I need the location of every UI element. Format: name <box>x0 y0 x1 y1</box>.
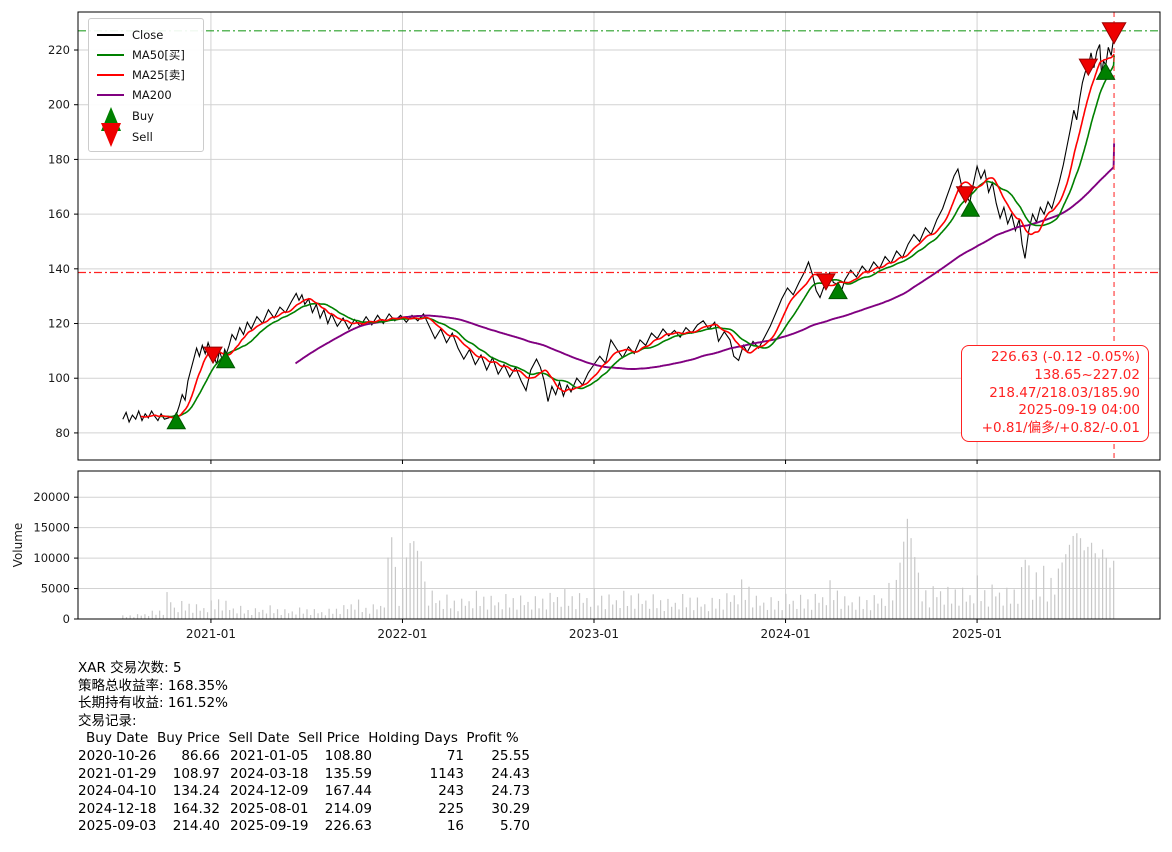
trade-cell: 5.70 <box>464 818 530 836</box>
x-tick-label: 2025-01 <box>952 627 1002 641</box>
volume-ytick-label: 0 <box>63 612 70 626</box>
trade-cell: 225 <box>372 801 464 819</box>
trade-cell: 2024-03-18 <box>230 766 316 784</box>
price-ytick-label: 160 <box>48 207 70 221</box>
annotation-range: 138.65~227.02 <box>968 367 1140 385</box>
price-ytick-label: 220 <box>48 43 70 57</box>
trade-cell: 167.44 <box>316 783 372 801</box>
trade-cell: 24.73 <box>464 783 530 801</box>
legend-label-ma50: MA50[买] <box>132 47 185 63</box>
trade-cell: 2021-01-29 <box>78 766 156 784</box>
price-ytick-label: 180 <box>48 152 70 166</box>
trade-cell: 16 <box>372 818 464 836</box>
legend-label-ma25: MA25[卖] <box>132 67 185 83</box>
trade-table: 2020-10-2686.662021-01-05108.807125.5520… <box>78 748 530 836</box>
volume-axis-label: Volume <box>11 523 25 568</box>
ma200-line-swatch <box>97 94 124 96</box>
trade-cell: 2024-04-10 <box>78 783 156 801</box>
chart-legend: Close MA50[买] MA25[卖] MA200 Buy Sell <box>88 18 204 152</box>
holding-return-line: 长期持有收益: 161.52% <box>78 695 530 713</box>
trade-cell: 2024-12-09 <box>230 783 316 801</box>
annotation-ma-values: 218.47/218.03/185.90 <box>968 385 1140 403</box>
trade-cell: 71 <box>372 748 464 766</box>
trade-cell: 2025-09-19 <box>230 818 316 836</box>
trade-cell: 134.24 <box>156 783 220 801</box>
x-tick-label: 2021-01 <box>186 627 236 641</box>
trade-cell: 243 <box>372 783 464 801</box>
trade-cell: 2020-10-26 <box>78 748 156 766</box>
strategy-return-line: 策略总收益率: 168.35% <box>78 678 530 696</box>
strategy-stats-block: XAR 交易次数: 5 策略总收益率: 168.35% 长期持有收益: 161.… <box>78 660 530 836</box>
trade-cell: 2021-01-05 <box>230 748 316 766</box>
price-ytick-label: 200 <box>48 98 70 112</box>
ma50-line-swatch <box>97 54 124 56</box>
price-ytick-label: 120 <box>48 317 70 331</box>
price-ytick-label: 100 <box>48 371 70 385</box>
price-ytick-label: 140 <box>48 262 70 276</box>
trade-cell: 2025-08-01 <box>230 801 316 819</box>
trade-cell: 164.32 <box>156 801 220 819</box>
legend-item-sell: Sell <box>97 126 203 147</box>
volume-bars <box>122 519 1114 619</box>
annotation-datetime: 2025-09-19 04:00 <box>968 402 1140 420</box>
x-tick-label: 2023-01 <box>569 627 619 641</box>
trade-cell: 1143 <box>372 766 464 784</box>
volume-ytick-label: 20000 <box>33 490 70 504</box>
trade-count-line: XAR 交易次数: 5 <box>78 660 530 678</box>
trade-cell: 135.59 <box>316 766 372 784</box>
volume-ytick-label: 10000 <box>33 551 70 565</box>
legend-item-ma200: MA200 <box>97 85 203 105</box>
trade-row: 2025-09-03214.40 2025-09-19226.63165.70 <box>78 818 530 836</box>
trade-cell: 214.40 <box>156 818 220 836</box>
trade-cell: 108.97 <box>156 766 220 784</box>
ma25-line-swatch <box>97 74 124 76</box>
x-tick-label: 2024-01 <box>760 627 810 641</box>
annotation-price-change: 226.63 (-0.12 -0.05%) <box>968 349 1140 367</box>
volume-ytick-label: 5000 <box>41 582 70 596</box>
volume-ytick-label: 15000 <box>33 521 70 535</box>
trade-cell: 2024-12-18 <box>78 801 156 819</box>
sell-marker <box>817 274 835 290</box>
trade-table-header: Buy Date Buy Price Sell Date Sell Price … <box>78 730 530 748</box>
trade-record-title: 交易记录: <box>78 713 530 731</box>
trade-cell: 25.55 <box>464 748 530 766</box>
grid-lines <box>78 12 1160 619</box>
legend-label-buy: Buy <box>132 109 154 123</box>
x-tick-label: 2022-01 <box>377 627 427 641</box>
close-line-swatch <box>97 34 124 36</box>
trade-row: 2020-10-2686.66 2021-01-05108.807125.55 <box>78 748 530 766</box>
quote-annotation-box: 226.63 (-0.12 -0.05%) 138.65~227.02 218.… <box>961 345 1149 442</box>
legend-label-close: Close <box>132 28 163 42</box>
buy-marker <box>961 200 979 216</box>
trade-row: 2021-01-29108.97 2024-03-18135.59114324.4… <box>78 766 530 784</box>
trade-cell: 108.80 <box>316 748 372 766</box>
sell-marker <box>1102 23 1125 44</box>
legend-label-ma200: MA200 <box>132 88 172 102</box>
strategy-chart-figure: 80 100 120 140 160 180 200 220 0 5000 10000 15000 20… <box>0 0 1172 852</box>
trade-cell: 24.43 <box>464 766 530 784</box>
trade-cell: 2025-09-03 <box>78 818 156 836</box>
trade-row: 2024-12-18164.32 2025-08-01214.0922530.29 <box>78 801 530 819</box>
legend-item-close: Close <box>97 25 203 45</box>
trade-row: 2024-04-10134.24 2024-12-09167.4424324.73 <box>78 783 530 801</box>
legend-item-ma50: MA50[买] <box>97 45 203 65</box>
trade-cell: 214.09 <box>316 801 372 819</box>
trade-cell: 86.66 <box>156 748 220 766</box>
legend-item-ma25: MA25[卖] <box>97 65 203 85</box>
trade-cell: 30.29 <box>464 801 530 819</box>
legend-label-sell: Sell <box>132 130 153 144</box>
sell-triangle-icon <box>101 123 121 147</box>
sell-marker <box>1079 59 1097 75</box>
price-ytick-label: 80 <box>55 426 70 440</box>
trade-cell: 226.63 <box>316 818 372 836</box>
annotation-momentum: +0.81/偏多/+0.82/-0.01 <box>968 420 1140 438</box>
